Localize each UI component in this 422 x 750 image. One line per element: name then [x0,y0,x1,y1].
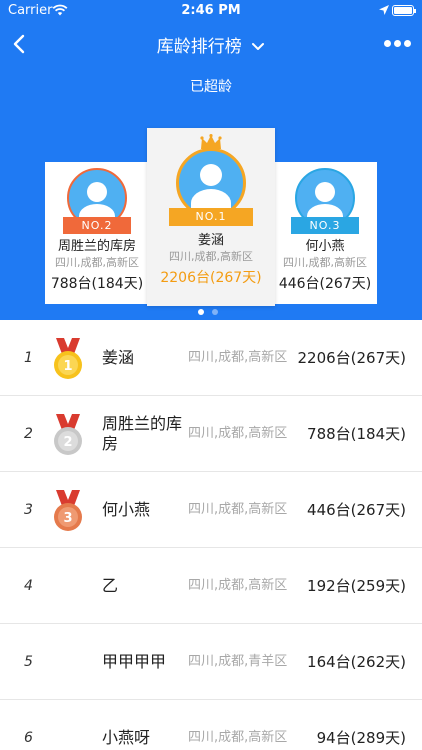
ranking-address: 四川,成都,青羊区 [188,654,288,669]
ranking-value: 94台(289天) [316,729,406,747]
podium-name: 姜涵 [197,233,224,248]
ranking-row[interactable]: 3 3 何小燕 四川,成都,高新区 446台(267天) [0,472,422,548]
bronze-medal-icon: 3 [54,490,82,531]
rank-number: 1 [24,350,33,366]
ranking-value: 164台(262天) [307,653,406,671]
podium-value: 2206台(267天) [160,270,262,286]
ranking-address: 四川,成都,高新区 [188,578,288,593]
ranking-row[interactable]: 4 乙 四川,成都,高新区 192台(259天) [0,548,422,624]
podium-name: 周胜兰的库房 [57,239,136,254]
ranking-address: 四川,成都,高新区 [188,730,288,745]
svg-text:1: 1 [63,359,72,374]
rank-badge-ribbon: NO.1 [169,208,253,226]
ranking-address: 四川,成都,高新区 [188,350,288,365]
ranking-address: 四川,成都,高新区 [188,502,288,517]
title-dropdown[interactable]: 库龄排行榜 [0,32,422,57]
ranking-list: 1 1 姜涵 四川,成都,高新区 2206台(267天) 2 2 周胜兰的库房 … [0,320,422,750]
ranking-value: 192台(259天) [307,577,406,595]
podium-value: 446台(267天) [278,276,372,292]
ranking-row[interactable]: 2 2 周胜兰的库房 四川,成都,高新区 788台(184天) [0,396,422,472]
more-dots-icon[interactable] [384,40,411,48]
gold-medal-icon: 1 [54,338,82,379]
podium-card-third[interactable]: NO.3 何小燕 四川,成都,高新区 446台(267天) [273,162,377,304]
navigation-bar: 库龄排行榜 [0,26,422,62]
podium-card-second[interactable]: NO.2 周胜兰的库房 四川,成都,高新区 788台(184天) [45,162,149,304]
chevron-down-icon [252,43,265,50]
ranking-name: 甲甲甲甲 [102,652,167,671]
podium-address: 四川,成都,高新区 [169,250,253,263]
page-dot-active [198,309,204,315]
page-dot [212,309,218,315]
rank-number: 5 [24,654,33,670]
rank-number: 2 [24,426,33,442]
rank-badge-ribbon: NO.3 [291,217,359,234]
rank-number: 3 [24,502,33,518]
podium-address: 四川,成都,高新区 [283,256,367,269]
podium-card-first[interactable]: NO.1 姜涵 四川,成都,高新区 2206台(267天) [147,128,275,306]
status-bar: Carrier 2:46 PM [0,0,422,22]
ranking-name: 乙 [102,576,119,595]
ranking-row[interactable]: 6 小燕呀 四川,成都,高新区 94台(289天) [0,700,422,750]
ranking-row[interactable]: 1 1 姜涵 四川,成都,高新区 2206台(267天) [0,320,422,396]
ranking-name: 周胜兰的库房 [102,414,183,453]
battery-icon [392,5,416,16]
location-arrow-icon [379,5,389,15]
rank-badge-ribbon: NO.2 [63,217,131,234]
rank-number: 4 [24,578,33,594]
ranking-address: 四川,成都,高新区 [188,426,288,441]
silver-medal-icon: 2 [54,414,82,455]
ranking-name: 姜涵 [102,348,135,367]
rank-number: 6 [24,730,33,746]
ranking-value: 788台(184天) [307,425,406,443]
ranking-name: 小燕呀 [102,728,151,747]
svg-text:3: 3 [63,511,72,526]
svg-text:2: 2 [63,435,72,450]
ranking-value: 446台(267天) [307,501,406,519]
filter-subtitle: 已超龄 [190,79,232,95]
ranking-name: 何小燕 [102,500,151,519]
ranking-row[interactable]: 5 甲甲甲甲 四川,成都,青羊区 164台(262天) [0,624,422,700]
podium-address: 四川,成都,高新区 [55,256,139,269]
podium-name: 何小燕 [305,239,345,254]
page-title: 库龄排行榜 [156,37,242,57]
clock-label: 2:46 PM [181,3,241,18]
ranking-value: 2206台(267天) [297,349,406,367]
podium-value: 788台(184天) [50,276,144,292]
